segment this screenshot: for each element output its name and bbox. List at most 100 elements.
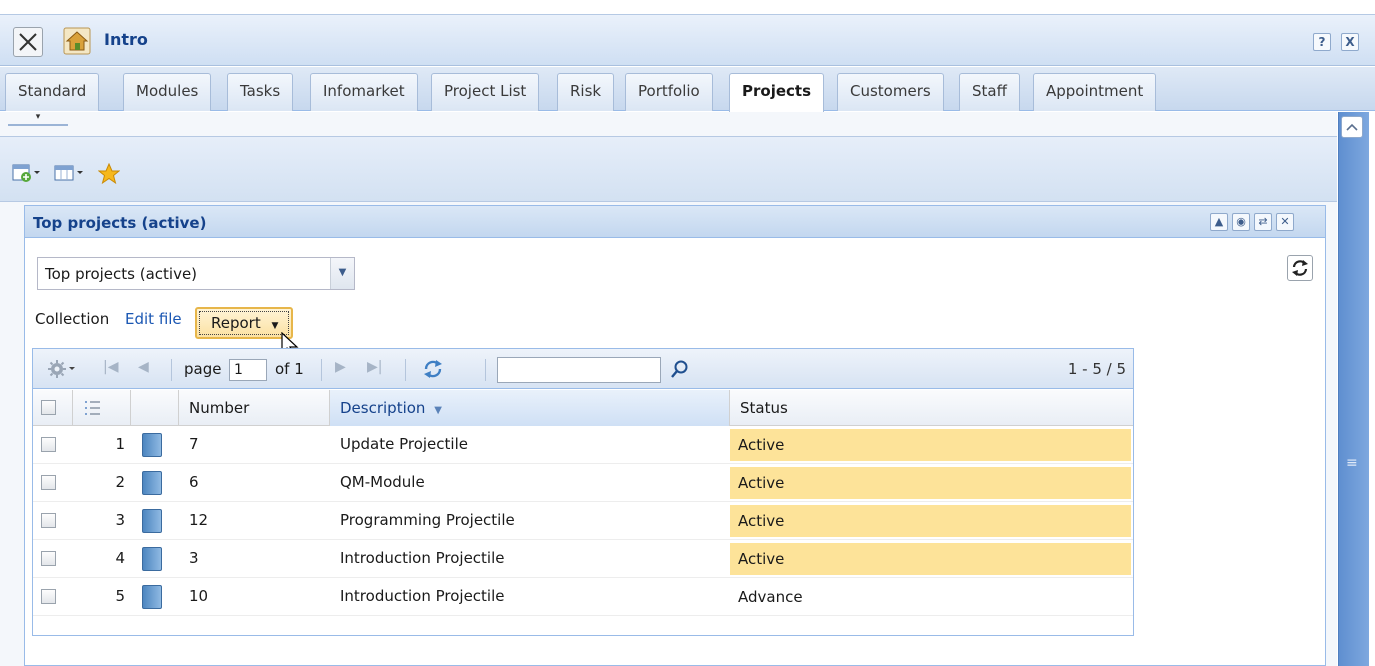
collection-label: Collection (35, 310, 110, 328)
row-checkbox[interactable] (41, 475, 56, 490)
row-checkbox[interactable] (41, 551, 56, 566)
chevron-up-icon (1346, 123, 1358, 131)
project-status: Active (730, 429, 1131, 461)
report-button[interactable]: Report ▼ (195, 307, 293, 339)
row-index: 3 (115, 511, 125, 529)
vertical-scrollbar[interactable] (1338, 112, 1369, 666)
project-status: Active (730, 505, 1131, 537)
row-index: 1 (115, 435, 125, 453)
favorite-star-icon[interactable] (98, 163, 120, 185)
tab-risk[interactable]: Risk (557, 73, 615, 111)
project-icon[interactable] (142, 509, 162, 533)
scroll-up-button[interactable] (1341, 116, 1363, 138)
collection-selector-value: Top projects (active) (45, 265, 198, 283)
refresh-icon[interactable] (421, 357, 445, 381)
page-number-input[interactable]: 1 (229, 359, 267, 381)
chevron-down-icon[interactable]: ▼ (330, 258, 354, 289)
status-column-header[interactable]: Status (730, 390, 1134, 426)
close-panel-icon[interactable]: ✕ (1276, 213, 1294, 231)
row-index: 4 (115, 549, 125, 567)
number-column-header[interactable]: Number (179, 390, 330, 426)
layout-icon[interactable] (54, 163, 84, 183)
tab-appointment[interactable]: Appointment (1033, 73, 1157, 111)
project-icon[interactable] (142, 471, 162, 495)
collapse-panel-icon[interactable]: ▲ (1210, 213, 1228, 231)
gear-icon[interactable] (47, 359, 77, 379)
tab-projects[interactable]: Projects (729, 73, 825, 112)
tab-staff[interactable]: Staff (959, 73, 1020, 111)
tab-portfolio[interactable]: Portfolio (625, 73, 713, 111)
report-button-label: Report (211, 314, 261, 332)
window-titlebar: Intro ? X (0, 14, 1375, 66)
new-view-icon[interactable] (12, 163, 42, 183)
next-page-icon[interactable]: ▶ (335, 359, 346, 375)
chevron-down-icon: ▼ (271, 321, 279, 331)
description-column-label: Description (340, 399, 426, 417)
tab-customers[interactable]: Customers (837, 73, 944, 111)
top-projects-panel: Top projects (active) ▲ ◉ ⇄ ✕ Top projec… (24, 205, 1326, 666)
project-description: Introduction Projectile (340, 549, 505, 567)
settings-panel-icon[interactable]: ◉ (1232, 213, 1250, 231)
refresh-panel-icon[interactable]: ⇄ (1254, 213, 1272, 231)
project-number: 6 (189, 473, 199, 491)
close-icon (19, 33, 37, 51)
window-close-button[interactable]: X (1341, 33, 1359, 51)
grid-search-input[interactable] (497, 357, 661, 383)
tab-project-list[interactable]: Project List (431, 73, 540, 111)
description-column-header[interactable]: Description ▼ (330, 390, 730, 426)
table-row[interactable]: 5 10 Introduction Projectile Advance (33, 578, 1133, 616)
project-description: Programming Projectile (340, 511, 515, 529)
row-index: 2 (115, 473, 125, 491)
home-icon[interactable] (63, 27, 91, 55)
first-page-icon[interactable]: |◀ (103, 359, 118, 375)
project-status: Active (730, 467, 1131, 499)
reload-icon (1292, 260, 1308, 276)
toolbar-separator (405, 359, 406, 381)
table-row[interactable]: 1 7 Update Projectile Active (33, 426, 1133, 464)
project-description: QM-Module (340, 473, 425, 491)
row-checkbox[interactable] (41, 589, 56, 604)
page-count-label: of 1 (275, 360, 304, 378)
row-checkbox[interactable] (41, 437, 56, 452)
scroll-grip-icon[interactable]: ≡ (1346, 455, 1358, 471)
row-index: 5 (115, 587, 125, 605)
projects-grid: |◀ ◀ page 1 of 1 ▶ ▶| 1 - 5 / 5 Number D… (32, 348, 1134, 636)
project-icon[interactable] (142, 585, 162, 609)
numbered-list-icon (85, 401, 100, 415)
select-all-checkbox[interactable] (41, 400, 56, 415)
grid-header-row: Number Description ▼ Status (33, 390, 1133, 426)
project-number: 3 (189, 549, 199, 567)
panel-header: Top projects (active) ▲ ◉ ⇄ ✕ (25, 206, 1325, 238)
prev-page-icon[interactable]: ◀ (138, 359, 149, 375)
sort-desc-icon: ▼ (434, 405, 442, 416)
project-status: Advance (738, 588, 803, 606)
reload-button[interactable] (1287, 255, 1313, 281)
collapse-toggle[interactable]: ▾ (8, 112, 68, 126)
row-checkbox[interactable] (41, 513, 56, 528)
project-number: 7 (189, 435, 199, 453)
view-toolbar (0, 136, 1337, 202)
page-label: page (184, 360, 222, 378)
panel-title: Top projects (active) (33, 214, 207, 232)
table-row[interactable]: 3 12 Programming Projectile Active (33, 502, 1133, 540)
collection-selector[interactable]: Top projects (active) ▼ (37, 257, 355, 290)
project-icon[interactable] (142, 433, 162, 457)
grid-paging-toolbar: |◀ ◀ page 1 of 1 ▶ ▶| 1 - 5 / 5 (33, 349, 1133, 389)
help-button[interactable]: ? (1313, 33, 1331, 51)
tab-infomarket[interactable]: Infomarket (310, 73, 418, 111)
edit-file-link[interactable]: Edit file (125, 310, 182, 328)
table-row[interactable]: 2 6 QM-Module Active (33, 464, 1133, 502)
project-number: 12 (189, 511, 209, 529)
project-number: 10 (189, 587, 209, 605)
tab-tasks[interactable]: Tasks (227, 73, 294, 111)
tab-standard[interactable]: Standard (5, 73, 100, 111)
select-all-header (33, 390, 73, 426)
tab-modules[interactable]: Modules (123, 73, 212, 111)
paging-info: 1 - 5 / 5 (1067, 360, 1126, 378)
project-icon[interactable] (142, 547, 162, 571)
search-icon[interactable] (670, 359, 690, 379)
last-page-icon[interactable]: ▶| (367, 359, 382, 375)
close-window-button[interactable] (13, 27, 43, 57)
table-row[interactable]: 4 3 Introduction Projectile Active (33, 540, 1133, 578)
icon-column-header (131, 390, 179, 426)
